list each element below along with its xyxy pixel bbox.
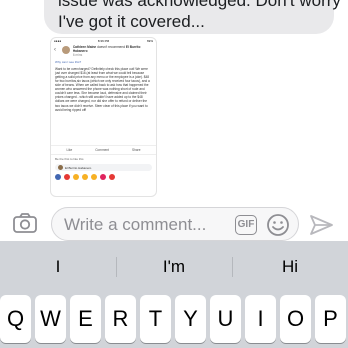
chat-thread: issue was acknowledged. Don't worry I've… <box>0 0 348 205</box>
key-w[interactable]: W <box>35 295 66 343</box>
ios-keyboard: I I'm Hi Q W E R T Y U I O P <box>0 241 348 348</box>
key-p[interactable]: P <box>315 295 346 343</box>
like-label: Like <box>66 147 73 152</box>
reply-bubble: issue was acknowledged. Don't worry I've… <box>44 0 341 34</box>
send-icon <box>310 215 333 235</box>
reply-text-line-2: I've got it covered... <box>58 12 205 31</box>
avatar <box>61 46 70 54</box>
prediction-2[interactable]: I'm <box>119 252 229 282</box>
key-u[interactable]: U <box>210 295 241 343</box>
comment-placeholder: Write a comment... <box>64 215 207 234</box>
review-text: Want to be overcharged? Definitely check… <box>55 66 150 112</box>
key-row-1: Q W E R T Y U I O P <box>0 293 348 348</box>
wow-reaction-icon <box>82 174 88 181</box>
back-arrow-icon: ‹ <box>54 47 56 53</box>
key-e[interactable]: E <box>70 295 101 343</box>
review-actions: Like Comment Share <box>51 144 156 155</box>
share-label: Share <box>131 147 141 152</box>
laugh-reaction-icon <box>73 174 79 181</box>
comment-input[interactable]: Write a comment... GIF <box>51 207 299 241</box>
heart-reaction-icon <box>109 174 115 181</box>
emoji-button[interactable] <box>266 213 290 237</box>
review-author-line: Cathleen Maine doesn't recommend El Burr… <box>72 45 153 57</box>
prediction-1[interactable]: I <box>3 252 113 282</box>
hundred-reaction-icon <box>64 174 70 181</box>
first-like-text: Be the first to like this <box>55 156 84 161</box>
send-button[interactable] <box>308 213 334 237</box>
key-r[interactable]: R <box>105 295 136 343</box>
smiley-icon <box>267 214 289 236</box>
comment-composer: Write a comment... GIF <box>0 205 348 241</box>
key-o[interactable]: O <box>280 295 311 343</box>
key-y[interactable]: Y <box>175 295 206 343</box>
prediction-divider <box>116 257 117 277</box>
status-battery: 69% <box>146 39 153 43</box>
reply-text-line-1: issue was acknowledged. Don't worry <box>58 0 341 10</box>
review-timestamp: 6 mins <box>72 52 83 57</box>
prediction-divider <box>232 257 233 277</box>
key-q[interactable]: Q <box>0 295 31 343</box>
prediction-3[interactable]: Hi <box>235 252 345 282</box>
page-tag-label: El Burrito Habanero <box>65 165 92 170</box>
review-verb: doesn't recommend <box>97 45 125 49</box>
love-reaction-icon <box>100 174 106 181</box>
review-header: ‹ Cathleen Maine doesn't recommend El Bu… <box>51 44 156 59</box>
predictive-bar: I I'm Hi <box>0 241 348 293</box>
like-reaction-icon <box>55 174 61 181</box>
status-time: 8:36 PM <box>97 39 110 43</box>
camera-icon <box>13 213 37 233</box>
signal-icon: ●●●● <box>54 39 62 43</box>
reaction-bar <box>51 172 156 182</box>
camera-button[interactable] <box>12 211 38 235</box>
page-tag: El Burrito Habanero <box>55 164 152 172</box>
key-i[interactable]: I <box>245 295 276 343</box>
shared-screenshot[interactable]: ●●●● 8:36 PM 69% ‹ Cathleen Maine doesn'… <box>50 37 157 197</box>
key-t[interactable]: T <box>140 295 171 343</box>
comment-label: Comment <box>95 147 110 152</box>
page-avatar <box>58 165 63 171</box>
gif-button[interactable]: GIF <box>235 215 257 235</box>
sad-reaction-icon <box>91 174 97 181</box>
